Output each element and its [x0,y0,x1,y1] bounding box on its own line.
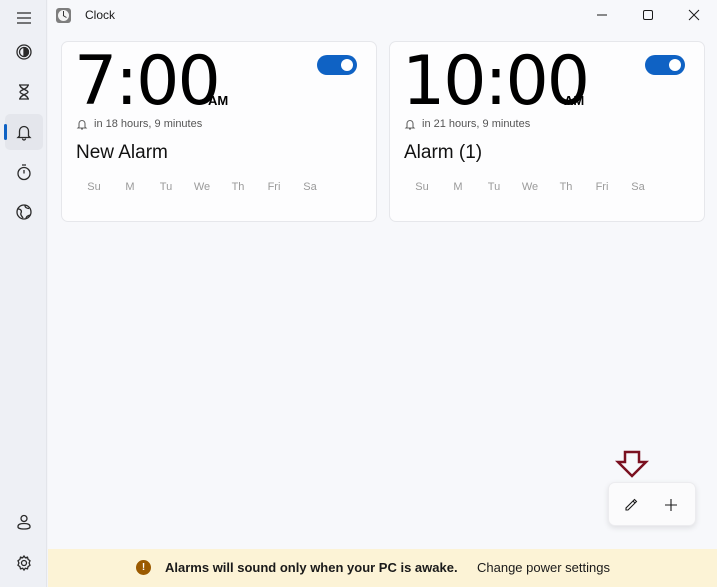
focus-icon [16,44,32,60]
plus-icon [665,499,677,511]
close-icon [688,9,700,21]
alarm-card[interactable]: 7:00 AM in 18 hours, 9 minutes New Alarm… [61,41,377,222]
day-label: Tu [487,181,501,193]
sidebar-item-world-clock[interactable] [5,194,43,230]
minimize-button[interactable] [579,0,625,30]
sidebar-item-stopwatch[interactable] [5,154,43,190]
pencil-icon [625,498,638,511]
maximize-button[interactable] [625,0,671,30]
day-label: Su [87,181,101,193]
bell-icon [16,125,32,141]
stopwatch-icon [17,164,31,181]
add-alarm-button[interactable] [655,489,687,521]
sidebar-item-timer[interactable] [5,74,43,110]
alarm-remaining-text: in 18 hours, 9 minutes [94,118,203,130]
active-indicator [4,124,7,140]
person-icon [17,514,31,530]
banner-message: Alarms will sound only when your PC is a… [165,560,458,575]
alarm-days: Su M Tu We Th Fri Sa [76,181,328,193]
alarm-ampm: AM [564,93,585,108]
bell-icon [404,120,416,130]
alarm-remaining: in 18 hours, 9 minutes [76,118,202,130]
main-content: Clock 7:00 AM in 18 hours, 9 minutes New… [48,0,717,587]
day-label: Fri [595,181,609,193]
app-title: Clock [85,8,116,22]
day-label: M [125,181,135,193]
day-label: Th [231,181,245,193]
gear-icon [17,554,31,572]
alarm-name: New Alarm [76,142,168,163]
day-label: Sa [631,181,645,193]
nav-menu-button[interactable] [5,0,43,36]
alarm-name: Alarm (1) [404,142,483,163]
day-label: M [453,181,463,193]
globe-icon [16,204,32,220]
alarm-actions-bar [608,482,696,526]
alarm-ampm: AM [208,93,229,108]
alarm-card[interactable]: 10:00 AM in 21 hours, 9 minutes Alarm (1… [389,41,705,222]
clock-app-icon [56,8,71,23]
day-label: Tu [159,181,173,193]
title-bar: Clock [48,0,717,32]
sidebar [0,0,47,587]
alarm-toggle[interactable] [645,55,685,75]
day-label: We [521,181,539,193]
annotation-arrow-icon [615,450,649,478]
alarm-remaining: in 21 hours, 9 minutes [404,118,530,130]
minimize-icon [597,14,607,16]
edit-alarms-button[interactable] [615,489,647,521]
bell-icon [76,120,88,130]
hamburger-menu-icon [17,12,31,24]
day-label: We [193,181,211,193]
alarm-time: 10:00 [402,42,590,121]
sidebar-item-account[interactable] [5,504,43,540]
alarm-remaining-text: in 21 hours, 9 minutes [422,118,531,130]
day-label: Sa [303,181,317,193]
alarm-toggle[interactable] [317,55,357,75]
sidebar-item-alarm[interactable] [4,114,43,150]
alarm-time: 7:00 [74,42,221,121]
alarm-days: Su M Tu We Th Fri Sa [404,181,656,193]
maximize-icon [643,10,653,20]
sidebar-item-settings[interactable] [5,545,43,581]
hourglass-icon [19,84,29,100]
day-label: Su [415,181,429,193]
day-label: Fri [267,181,281,193]
sidebar-item-focus-sessions[interactable] [5,34,43,70]
warning-icon: ! [136,560,151,575]
close-button[interactable] [671,0,717,30]
change-power-settings-link[interactable]: Change power settings [477,560,610,575]
day-label: Th [559,181,573,193]
power-warning-banner: ! Alarms will sound only when your PC is… [48,549,717,587]
